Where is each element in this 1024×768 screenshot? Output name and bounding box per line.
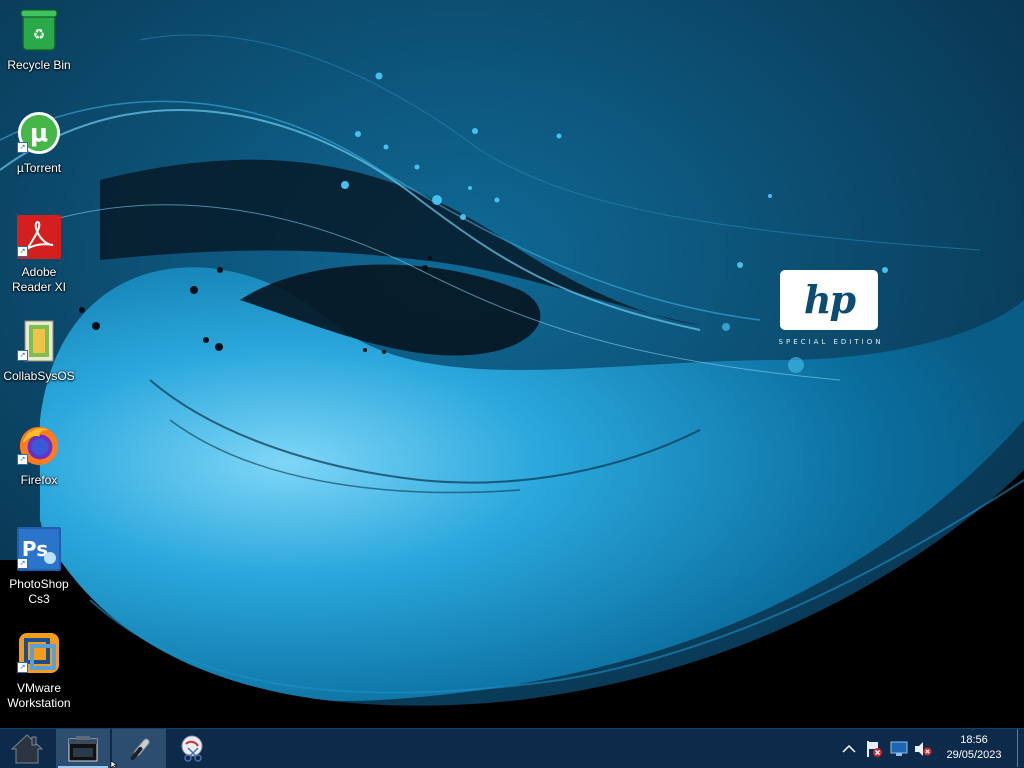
desktop-icon-label: PhotoShop Cs3 — [9, 577, 69, 606]
tray-network[interactable] — [890, 740, 908, 758]
start-button[interactable] — [0, 729, 54, 768]
taskbar-file-explorer[interactable] — [56, 729, 110, 768]
mouse-cursor-icon — [111, 761, 118, 768]
photoshop-icon: Ps ↗ — [17, 527, 61, 571]
shortcut-arrow-icon: ↗ — [17, 454, 28, 465]
shortcut-arrow-icon: ↗ — [17, 662, 28, 673]
utorrent-icon: µ ↗ — [17, 111, 61, 155]
desktop-icon-label: Recycle Bin — [7, 58, 71, 72]
shortcut-arrow-icon: ↗ — [17, 246, 28, 257]
desktop-icon-photoshop[interactable]: Ps ↗ PhotoShop Cs3 — [0, 527, 78, 607]
start-home-icon — [10, 734, 44, 764]
hp-logo-text: hp — [803, 277, 856, 322]
desktop-wallpaper: hp SPECIAL EDITION — [0, 0, 1024, 728]
clock-date: 29/05/2023 — [946, 749, 1002, 761]
tray-volume[interactable] — [914, 740, 932, 758]
adobe-reader-icon: ↗ — [17, 215, 61, 259]
taskbar-snipping-tool[interactable] — [166, 729, 220, 768]
shortcut-arrow-icon: ↗ — [17, 558, 28, 569]
special-edition-tagline: SPECIAL EDITION — [778, 338, 884, 346]
show-desktop-button[interactable] — [1017, 729, 1018, 767]
desktop-icon-collabsysos[interactable]: ↗ CollabSysOS — [0, 319, 78, 384]
desktop-icon-label: Adobe Reader XI — [11, 265, 67, 294]
shortcut-arrow-icon: ↗ — [17, 142, 28, 153]
desktop-icon-label: VMware Workstation — [7, 681, 71, 710]
file-explorer-icon — [68, 736, 98, 762]
microphone-icon — [130, 738, 150, 761]
desktop-icon-label: CollabSysOS — [3, 369, 75, 383]
hp-logo: hp — [780, 270, 878, 330]
desktop-icon-label: Firefox — [20, 473, 58, 487]
monitor-icon — [890, 741, 908, 756]
wallpaper-art — [0, 0, 1024, 728]
desktop-icon-utorrent[interactable]: µ ↗ µTorrent — [0, 111, 78, 176]
desktop-icon-label: µTorrent — [16, 161, 62, 175]
snipping-tool-icon — [181, 735, 203, 762]
svg-text:♻: ♻ — [33, 27, 46, 43]
desktop-icon-firefox[interactable]: ↗ Firefox — [0, 423, 78, 488]
shortcut-arrow-icon: ↗ — [17, 350, 28, 361]
firefox-icon: ↗ — [17, 423, 61, 467]
desktop-icon-vmware[interactable]: ↗ VMware Workstation — [0, 631, 78, 711]
volume-muted-icon — [915, 742, 932, 756]
chevron-up-icon — [842, 744, 856, 753]
desktop-icon-recycle-bin[interactable]: ♻ Recycle Bin — [0, 8, 78, 73]
taskbar-clock[interactable]: 18:56 29/05/2023 — [934, 733, 1014, 763]
vmware-icon: ↗ — [17, 631, 61, 675]
desktop-icon-adobe-reader[interactable]: ↗ Adobe Reader XI — [0, 215, 78, 295]
network-flag-icon — [867, 741, 882, 757]
clock-time: 18:56 — [960, 734, 988, 746]
tray-show-hidden-icons[interactable] — [840, 740, 858, 758]
collabsysos-icon: ↗ — [17, 319, 61, 363]
tray-action-center[interactable] — [865, 740, 883, 758]
svg-text:µ: µ — [30, 119, 48, 148]
recycle-bin-icon: ♻ — [17, 8, 61, 52]
